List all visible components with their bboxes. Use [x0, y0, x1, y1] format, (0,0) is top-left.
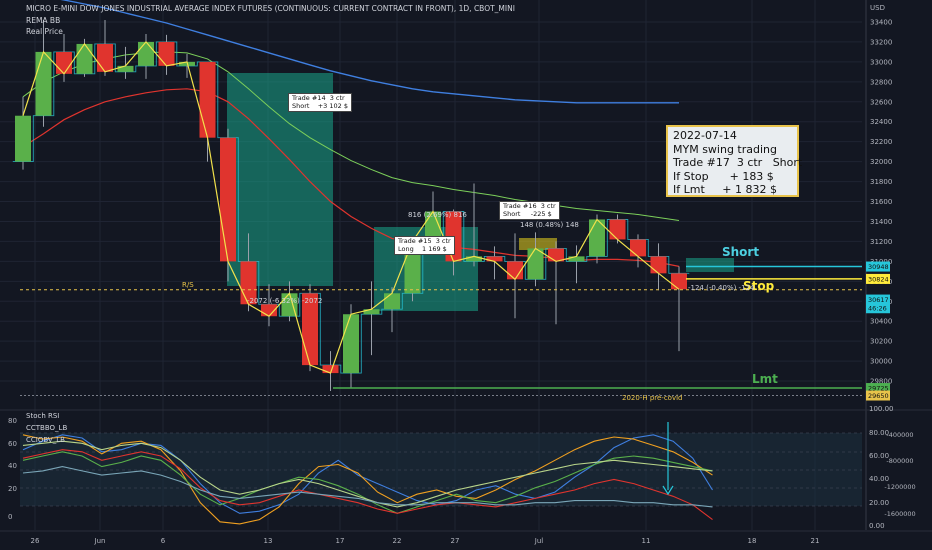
osc-far-tick: -1600000: [884, 510, 915, 518]
price-tick-label: 33400: [870, 18, 892, 26]
indicator-rema-bb[interactable]: REMA BB: [26, 16, 60, 25]
price-tick-label: 30400: [870, 318, 892, 326]
candle-body: [671, 273, 687, 290]
price-tick-label: 32200: [870, 138, 892, 146]
time-tick-label: 22: [393, 537, 402, 545]
chart-title: MICRO E-MINI DOW JONES INDUSTRIAL AVERAG…: [26, 4, 515, 13]
osc-left-tick: 40: [8, 462, 17, 470]
candle-body: [76, 43, 93, 74]
pl-trade-16a: 816 (2.69%) 816: [408, 211, 467, 219]
info-line4: If Lmt + 1 832 $: [673, 183, 777, 196]
osc-far-tick: -1200000: [884, 483, 915, 491]
time-tick-label: 6: [161, 537, 166, 545]
info-line2: Trade #17 3 ctr Short: [673, 156, 803, 169]
osc-left-tick: 0: [8, 513, 12, 521]
candle-body: [384, 293, 400, 310]
osc-left-tick: 80: [8, 417, 17, 425]
trade-15-label: Trade #15 3 ctr Long 1 169 $: [394, 236, 455, 255]
short-signal-label: Short: [722, 245, 760, 259]
osc-far-tick: -800000: [886, 457, 913, 465]
price-tag-label: 30824: [868, 275, 889, 283]
price-tick-label: 31600: [870, 198, 892, 206]
trade-17-box: [686, 258, 734, 272]
info-line3: If Stop + 183 $: [673, 169, 774, 183]
price-tag-label: 29650: [868, 392, 889, 400]
price-axis-currency: USD: [870, 4, 885, 12]
price-tick-label: 33200: [870, 38, 892, 46]
candle-body: [650, 256, 667, 274]
time-tick-label: 18: [748, 537, 757, 545]
candle-body: [568, 256, 585, 262]
candle-body: [343, 314, 359, 374]
price-tick-label: 31400: [870, 218, 892, 226]
candle-body: [97, 43, 113, 72]
candle-body: [609, 219, 626, 240]
price-tick-label: 32600: [870, 98, 892, 106]
candle-body: [56, 51, 72, 74]
lmt-signal-label: Lmt: [752, 372, 778, 386]
price-tick-label: 32400: [870, 118, 892, 126]
trade-16-label: Trade #16 3 ctr Short -225 $: [499, 201, 560, 220]
price-tag-label: 30617: [868, 296, 889, 304]
time-tick-label: Jul: [534, 537, 544, 545]
time-tick-label: 27: [451, 537, 460, 545]
indicator-real-price[interactable]: Real Price: [26, 27, 63, 36]
time-tick-label: 17: [336, 537, 345, 545]
candle-body: [527, 248, 544, 280]
price-tick-label: 30000: [870, 358, 892, 366]
candle-body: [158, 41, 175, 66]
price-tick-label: 32800: [870, 78, 892, 86]
osc-right-tick: 0.00: [869, 522, 885, 530]
pre-covid-label: 2020-H pré-covid: [622, 394, 683, 402]
price-tick-label: 31200: [870, 238, 892, 246]
pl-trade-14: -2072 (-6.32%) -2072: [247, 297, 323, 305]
info-line1: MYM swing trading: [673, 142, 778, 156]
osc-left-tick: 60: [8, 440, 17, 448]
candle-body: [117, 65, 134, 72]
candle-body: [35, 51, 52, 116]
info-date: 2022-07-14: [673, 129, 737, 142]
osc-right-tick: 100.00: [869, 405, 894, 413]
candle-body: [466, 256, 482, 262]
osc-label-cciobv[interactable]: CCIOBV_LB: [26, 436, 65, 444]
trade-17-info-box: 2022-07-14 MYM swing trading Trade #17 3…: [666, 125, 803, 197]
price-tick-label: 30200: [870, 338, 892, 346]
candle: [589, 214, 605, 264]
price-tag-label: 30948: [868, 263, 889, 271]
osc-far-tick: -400000: [886, 431, 913, 439]
rs-label: R/S: [182, 281, 194, 289]
chart-canvas: USD 33400 33200 33000 32800 32600 32400 32200 32…: [0, 0, 932, 550]
time-tick-label: Jun: [94, 537, 106, 545]
osc-label-stoch-rsi[interactable]: Stoch RSI: [26, 412, 59, 420]
price-tick-label: 31800: [870, 178, 892, 186]
osc-label-cctbbo[interactable]: CCTBBO_LB: [26, 424, 67, 432]
candle-body: [630, 239, 646, 257]
osc-right-tick: 20.00: [869, 499, 889, 507]
time-tick-label: 11: [642, 537, 651, 545]
candle-body: [15, 115, 31, 162]
trade-14-label: Trade #14 3 ctr Short +3 102 $: [288, 93, 352, 112]
osc-right-tick: 40.00: [869, 475, 889, 483]
candle-body: [220, 137, 236, 262]
osc-left-tick: 20: [8, 485, 17, 493]
price-tag-label: 46:26: [868, 305, 887, 313]
time-tick-label: 13: [264, 537, 273, 545]
candle-body: [138, 41, 154, 66]
pl-trade-16b: 148 (0.48%) 148: [520, 221, 579, 229]
price-tick-label: 32000: [870, 158, 892, 166]
time-tick-label: 26: [31, 537, 40, 545]
time-tick-label: 21: [811, 537, 820, 545]
candle-body: [199, 61, 216, 138]
pl-trade-17: -124 (-0.40%) -124: [688, 284, 755, 292]
price-tick-label: 33000: [870, 58, 892, 66]
